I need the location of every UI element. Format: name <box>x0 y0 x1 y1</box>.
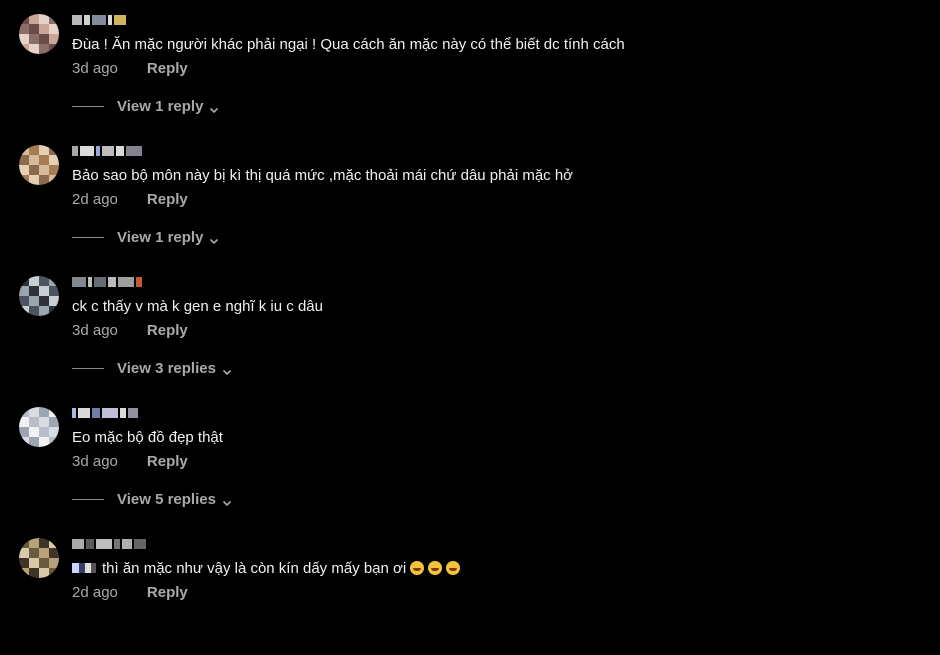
view-replies-button[interactable]: View 3 replies <box>72 360 232 377</box>
view-replies-label: View 5 replies <box>117 491 216 508</box>
reply-button[interactable]: Reply <box>147 60 188 77</box>
comment-text-content: Đùa ! Ăn mặc người khác phải ngại ! Qua … <box>72 36 625 53</box>
divider-line <box>72 106 104 107</box>
comment-text: ck c thấy v mà k gen e nghĩ k iu c dâu <box>72 298 323 315</box>
view-replies-label: View 3 replies <box>117 360 216 377</box>
avatar[interactable] <box>19 538 59 578</box>
comment-text: Eo mặc bộ đồ đẹp thật <box>72 429 223 446</box>
comment-item: Eo mặc bộ đồ đẹp thật 3d ago Reply View 5 r… <box>0 393 940 524</box>
timestamp: 3d ago <box>72 453 118 470</box>
view-replies-button[interactable]: View 1 reply <box>72 229 219 246</box>
chevron-down-icon <box>222 364 232 375</box>
comment-text-content: Bảo sao bộ môn này bị kì thị quá mức ,mặ… <box>72 167 574 184</box>
timestamp: 2d ago <box>72 584 118 601</box>
chevron-down-icon <box>209 233 219 244</box>
comment-text: Đùa ! Ăn mặc người khác phải ngại ! Qua … <box>72 36 625 53</box>
rofl-emoji <box>446 561 461 575</box>
reply-button[interactable]: Reply <box>147 453 188 470</box>
comment-item: ck c thấy v mà k gen e nghĩ k iu c dâu 3d… <box>0 262 940 393</box>
comment-text-content: ck c thấy v mà k gen e nghĩ k iu c dâu <box>72 298 323 315</box>
mention-blurred <box>72 563 96 573</box>
comment-text: Bảo sao bộ môn này bị kì thị quá mức ,mặ… <box>72 167 573 184</box>
reply-button[interactable]: Reply <box>147 584 188 601</box>
rofl-emoji <box>410 561 425 575</box>
comment-item: Bảo sao bộ môn này bị kì thị quá mức ,mặ… <box>0 131 940 262</box>
comment-meta: 3d ago Reply <box>72 453 188 470</box>
avatar[interactable] <box>19 14 59 54</box>
timestamp: 2d ago <box>72 191 118 208</box>
view-replies-button[interactable]: View 1 reply <box>72 98 219 115</box>
view-replies-label: View 1 reply <box>117 229 204 246</box>
rofl-emoji <box>428 561 443 575</box>
comment-item: Đùa ! Ăn mặc người khác phải ngại ! Qua … <box>0 0 940 131</box>
avatar[interactable] <box>19 276 59 316</box>
divider-line <box>72 499 104 500</box>
comment-item: thì ăn mặc như vậy là còn kín dấy mấy bạ… <box>0 524 940 655</box>
avatar[interactable] <box>19 407 59 447</box>
username-blurred[interactable] <box>72 407 138 419</box>
comment-meta: 3d ago Reply <box>72 60 188 77</box>
timestamp: 3d ago <box>72 60 118 77</box>
view-replies-button[interactable]: View 5 replies <box>72 491 232 508</box>
comment-meta: 2d ago Reply <box>72 584 188 601</box>
username-blurred[interactable] <box>72 145 142 157</box>
comment-text: thì ăn mặc như vậy là còn kín dấy mấy bạ… <box>72 560 461 577</box>
chevron-down-icon <box>209 102 219 113</box>
username-blurred[interactable] <box>72 276 142 288</box>
view-replies-label: View 1 reply <box>117 98 204 115</box>
comment-meta: 3d ago Reply <box>72 322 188 339</box>
avatar[interactable] <box>19 145 59 185</box>
comment-text-content: thì ăn mặc như vậy là còn kín dấy mấy bạ… <box>102 560 407 577</box>
comment-meta: 2d ago Reply <box>72 191 188 208</box>
username-blurred[interactable] <box>72 538 146 550</box>
chevron-down-icon <box>222 495 232 506</box>
username-blurred[interactable] <box>72 14 126 26</box>
comment-text-content: Eo mặc bộ đồ đẹp thật <box>72 429 223 446</box>
timestamp: 3d ago <box>72 322 118 339</box>
reply-button[interactable]: Reply <box>147 191 188 208</box>
divider-line <box>72 368 104 369</box>
reply-button[interactable]: Reply <box>147 322 188 339</box>
divider-line <box>72 237 104 238</box>
